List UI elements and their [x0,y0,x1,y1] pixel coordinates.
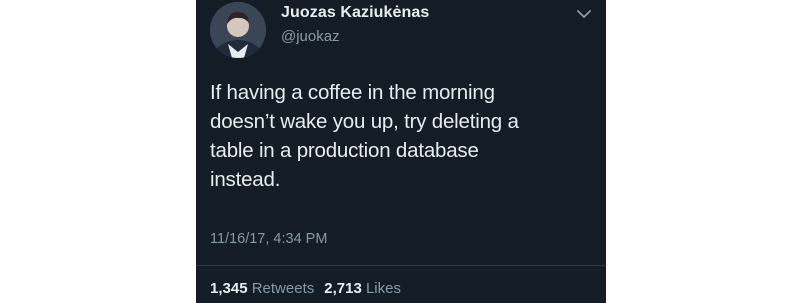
tweet-stats: 1,345 Retweets 2,713 Likes [210,280,401,297]
likes-label: Likes [365,280,401,297]
likes-stat[interactable]: 2,713 Likes [324,280,401,297]
tweet-card: Juozas Kaziukėnas @juokaz If having a co… [196,0,606,303]
avatar[interactable] [210,2,266,58]
chevron-down-icon[interactable] [576,8,592,20]
tweet-text-line: instead. [210,168,281,191]
tweet-text-line: doesn’t wake you up, try deleting a [210,110,519,133]
author-name[interactable]: Juozas Kaziukėnas [281,4,429,22]
retweets-stat[interactable]: 1,345 Retweets [210,280,314,297]
retweets-count: 1,345 [210,280,248,297]
tweet-text-line: If having a coffee in the morning [210,81,495,104]
retweets-label: Retweets [251,280,315,297]
likes-count: 2,713 [324,280,362,297]
divider [196,265,606,266]
tweet-text-line: table in a production database [210,139,479,162]
tweet-timestamp[interactable]: 11/16/17, 4:34 PM [210,231,327,247]
tweet-text: If having a coffee in the morning doesn’… [210,78,540,194]
author-handle[interactable]: @juokaz [281,28,340,45]
